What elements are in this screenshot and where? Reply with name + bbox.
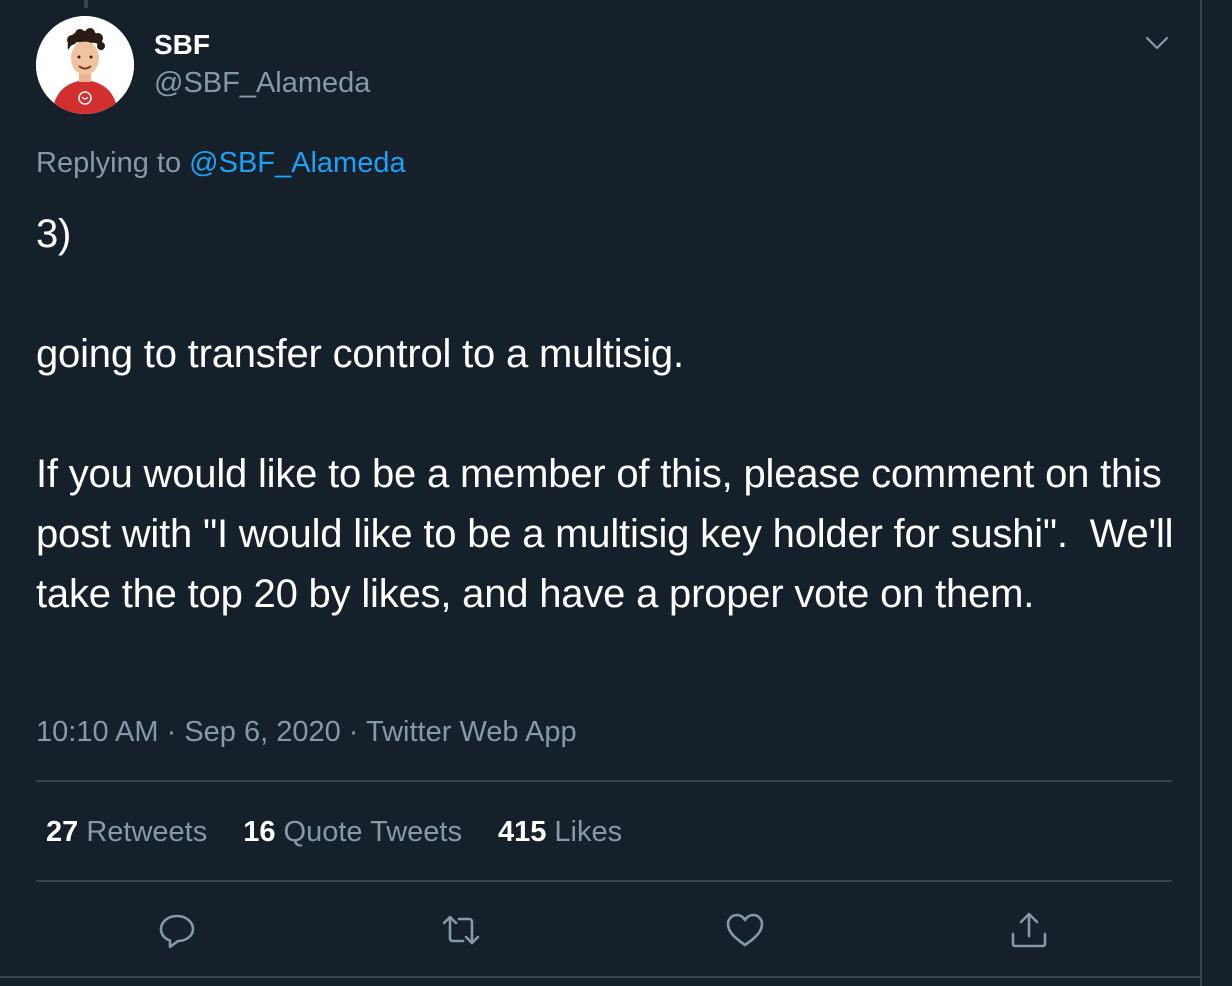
bottom-border (0, 976, 1202, 978)
author-handle[interactable]: @SBF_Alameda (154, 66, 370, 100)
quote-tweets-label: Quote Tweets (275, 816, 462, 848)
quote-tweets-stat[interactable]: 16 Quote Tweets (243, 812, 462, 852)
share-icon[interactable] (1007, 908, 1051, 952)
meta-separator: · (158, 716, 185, 748)
retweets-count: 27 (46, 816, 79, 848)
reply-icon[interactable] (155, 908, 199, 952)
tweet-card: SBF @SBF_Alameda Replying to @SBF_Alamed… (0, 0, 1202, 986)
thread-connector-line (84, 0, 88, 8)
likes-stat[interactable]: 415 Likes (498, 812, 622, 852)
tweet-text: 3) going to transfer control to a multis… (36, 212, 1174, 616)
tweet-source-link[interactable]: Twitter Web App (366, 716, 577, 748)
quote-tweets-count: 16 (243, 816, 276, 848)
retweets-stat[interactable]: 27 Retweets (46, 812, 207, 852)
tweet-metadata: 10:10 AM · Sep 6, 2020 · Twitter Web App (36, 712, 577, 752)
divider (36, 880, 1172, 882)
replying-to-line: Replying to @SBF_Alameda (36, 145, 406, 181)
divider (36, 780, 1172, 782)
author-name[interactable]: SBF (154, 28, 210, 62)
replying-to-label: Replying to (36, 147, 190, 179)
chevron-down-icon[interactable] (1140, 26, 1174, 60)
likes-count: 415 (497, 816, 547, 848)
avatar[interactable] (36, 16, 134, 114)
retweet-icon[interactable] (439, 908, 483, 952)
meta-separator: · (340, 716, 366, 748)
reply-mention-link[interactable]: @SBF_Alameda (189, 147, 405, 179)
tweet-date-link[interactable]: Sep 6, 2020 (184, 716, 340, 748)
engagement-stats: 27 Retweets 16 Quote Tweets 415 Likes (46, 812, 658, 852)
likes-label: Likes (546, 816, 623, 848)
heart-icon[interactable] (723, 908, 767, 952)
retweets-label: Retweets (78, 816, 208, 848)
tweet-time-link[interactable]: 10:10 AM (36, 716, 159, 748)
